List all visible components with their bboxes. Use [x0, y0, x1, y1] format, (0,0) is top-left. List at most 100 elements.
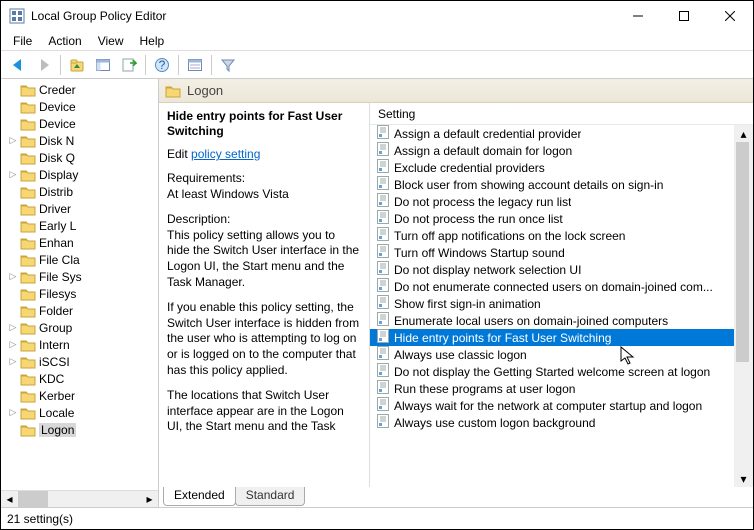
setting-row[interactable]: Do not enumerate connected users on doma…: [370, 278, 734, 295]
expander-icon[interactable]: [7, 424, 19, 436]
scroll-down-icon[interactable]: ▾: [734, 470, 753, 487]
help-button[interactable]: ?: [150, 53, 174, 77]
expander-icon[interactable]: [7, 203, 19, 215]
setting-row[interactable]: Do not process the legacy run list: [370, 193, 734, 210]
show-hide-tree-button[interactable]: [91, 53, 115, 77]
tree-item-label: Disk Q: [39, 151, 75, 165]
close-button[interactable]: [707, 1, 753, 31]
tab-standard[interactable]: Standard: [235, 487, 306, 506]
menu-view[interactable]: View: [90, 32, 132, 50]
menu-help[interactable]: Help: [132, 32, 173, 50]
setting-row[interactable]: Show first sign-in animation: [370, 295, 734, 312]
tree-item[interactable]: Creder: [1, 81, 158, 98]
tree-item[interactable]: Distrib: [1, 183, 158, 200]
tree-scroll[interactable]: CrederDeviceDevice▷Disk NDisk Q▷DisplayD…: [1, 79, 158, 490]
menu-action[interactable]: Action: [40, 32, 89, 50]
tree-item[interactable]: Driver: [1, 200, 158, 217]
expander-icon[interactable]: ▷: [7, 407, 19, 419]
tree-item[interactable]: Kerber: [1, 387, 158, 404]
tree-item[interactable]: Logon: [1, 421, 158, 438]
tree-item-label: File Sys: [39, 270, 82, 284]
expander-icon[interactable]: [7, 390, 19, 402]
mouse-cursor: [620, 346, 638, 366]
tree-item[interactable]: Early L: [1, 217, 158, 234]
back-button[interactable]: [6, 53, 30, 77]
forward-button[interactable]: [32, 53, 56, 77]
tree-item[interactable]: ▷Locale: [1, 404, 158, 421]
expander-icon[interactable]: [7, 186, 19, 198]
tree-item[interactable]: Device: [1, 115, 158, 132]
setting-row[interactable]: Assign a default domain for logon: [370, 142, 734, 159]
tree-item[interactable]: ▷Disk N: [1, 132, 158, 149]
up-button[interactable]: [65, 53, 89, 77]
setting-row[interactable]: Always wait for the network at computer …: [370, 397, 734, 414]
scroll-up-icon[interactable]: ▴: [734, 125, 753, 142]
hscroll-thumb[interactable]: [18, 491, 48, 508]
minimize-button[interactable]: [615, 1, 661, 31]
policy-icon: [376, 244, 390, 261]
tree-item[interactable]: ▷iSCSI: [1, 353, 158, 370]
tree-item[interactable]: ▷Display: [1, 166, 158, 183]
expander-icon[interactable]: ▷: [7, 271, 19, 283]
expander-icon[interactable]: [7, 305, 19, 317]
setting-row[interactable]: Do not display network selection UI: [370, 261, 734, 278]
setting-row[interactable]: Block user from showing account details …: [370, 176, 734, 193]
tree-item[interactable]: ▷Group: [1, 319, 158, 336]
setting-row[interactable]: Exclude credential providers: [370, 159, 734, 176]
expander-icon[interactable]: [7, 373, 19, 385]
tree-item[interactable]: Folder: [1, 302, 158, 319]
tree-hscrollbar[interactable]: ◂ ▸: [1, 490, 158, 507]
setting-row[interactable]: Always use classic logon: [370, 346, 734, 363]
tree-item[interactable]: KDC: [1, 370, 158, 387]
setting-row[interactable]: Run these programs at user logon: [370, 380, 734, 397]
filter-button[interactable]: [216, 53, 240, 77]
expander-icon[interactable]: [7, 152, 19, 164]
tree-item[interactable]: Enhan: [1, 234, 158, 251]
export-button[interactable]: [117, 53, 141, 77]
tree-item[interactable]: ▷Intern: [1, 336, 158, 353]
expander-icon[interactable]: ▷: [7, 169, 19, 181]
column-header-setting[interactable]: Setting: [370, 103, 734, 125]
scroll-left-icon[interactable]: ◂: [1, 491, 18, 508]
setting-row[interactable]: Turn off app notifications on the lock s…: [370, 227, 734, 244]
expander-icon[interactable]: ▷: [7, 339, 19, 351]
expander-icon[interactable]: [7, 288, 19, 300]
tree-item[interactable]: File Cla: [1, 251, 158, 268]
expander-icon[interactable]: ▷: [7, 356, 19, 368]
tab-extended[interactable]: Extended: [163, 487, 236, 506]
expander-icon[interactable]: [7, 220, 19, 232]
properties-button[interactable]: [183, 53, 207, 77]
setting-row[interactable]: Always use custom logon background: [370, 414, 734, 431]
expander-icon[interactable]: [7, 118, 19, 130]
policy-icon: [376, 295, 390, 312]
setting-list[interactable]: Assign a default credential providerAssi…: [370, 125, 734, 487]
detail-pane: Hide entry points for Fast User Switchin…: [159, 103, 369, 487]
setting-row[interactable]: Do not display the Getting Started welco…: [370, 363, 734, 380]
expander-icon[interactable]: ▷: [7, 322, 19, 334]
tree-item[interactable]: Disk Q: [1, 149, 158, 166]
vscroll-thumb[interactable]: [736, 142, 749, 362]
setting-row[interactable]: Hide entry points for Fast User Switchin…: [370, 329, 734, 346]
expander-icon[interactable]: [7, 254, 19, 266]
expander-icon[interactable]: [7, 237, 19, 249]
scroll-right-icon[interactable]: ▸: [141, 491, 158, 508]
tree-item[interactable]: ▷ File Sys: [1, 268, 158, 285]
tree-item-label: Distrib: [39, 185, 73, 199]
maximize-button[interactable]: [661, 1, 707, 31]
setting-row[interactable]: Do not process the run once list: [370, 210, 734, 227]
menu-file[interactable]: File: [5, 32, 40, 50]
settings-vscrollbar[interactable]: ▴ ▾: [734, 125, 753, 487]
expander-icon[interactable]: ▷: [7, 135, 19, 147]
expander-icon[interactable]: [7, 84, 19, 96]
policy-icon: [376, 397, 390, 414]
content-header-title: Logon: [187, 83, 223, 98]
setting-row[interactable]: Enumerate local users on domain-joined c…: [370, 312, 734, 329]
setting-label: Do not display network selection UI: [394, 263, 581, 277]
desc-text-2: If you enable this policy setting, the S…: [167, 300, 361, 378]
tree-item[interactable]: Filesys: [1, 285, 158, 302]
expander-icon[interactable]: [7, 101, 19, 113]
setting-row[interactable]: Turn off Windows Startup sound: [370, 244, 734, 261]
setting-row[interactable]: Assign a default credential provider: [370, 125, 734, 142]
tree-item[interactable]: Device: [1, 98, 158, 115]
edit-policy-link[interactable]: policy setting: [191, 147, 260, 161]
